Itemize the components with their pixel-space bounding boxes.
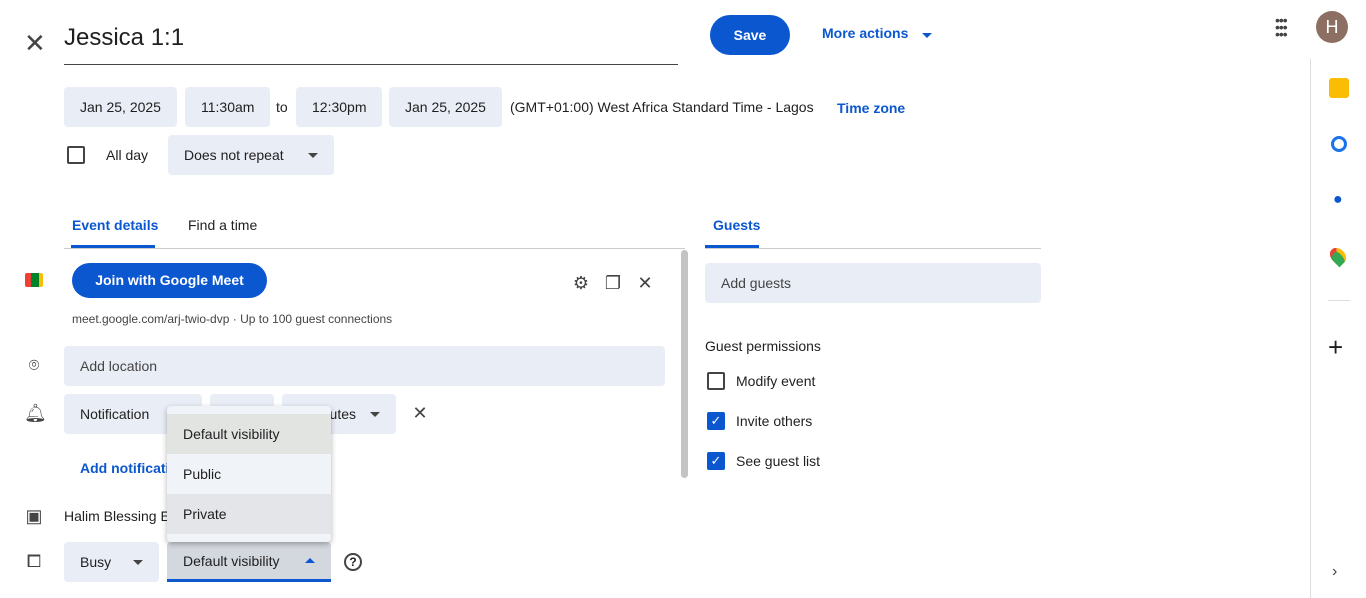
- busy-value: Busy: [80, 554, 112, 570]
- timezone-label: (GMT+01:00) West Africa Standard Time - …: [510, 99, 814, 115]
- menu-item-public[interactable]: Public: [167, 454, 331, 494]
- more-actions-label: More actions: [822, 25, 909, 41]
- dropdown-icon: [922, 33, 933, 38]
- menu-item-default[interactable]: Default visibility: [167, 414, 331, 454]
- all-day-label: All day: [106, 147, 149, 163]
- tab-guests[interactable]: Guests: [713, 217, 760, 233]
- repeat-select[interactable]: Does not repeat: [168, 135, 334, 175]
- dropdown-icon: [133, 559, 143, 565]
- title-input[interactable]: Jessica 1:1: [64, 24, 678, 65]
- calendar-owner: Halim Blessing E: [64, 508, 170, 524]
- avatar[interactable]: H: [1316, 11, 1348, 43]
- tasks-icon[interactable]: [1331, 136, 1347, 152]
- invite-others-checkbox[interactable]: ✓: [707, 412, 725, 430]
- visibility-select[interactable]: Default visibility: [167, 542, 331, 582]
- busy-select[interactable]: Busy: [64, 542, 159, 582]
- save-button[interactable]: Save: [710, 15, 790, 55]
- scrollbar[interactable]: [681, 250, 688, 478]
- start-time[interactable]: 11:30am: [185, 87, 271, 127]
- to-label: to: [276, 99, 288, 115]
- meet-link[interactable]: meet.google.com/arj-twio-dvp · Up to 100…: [72, 312, 392, 326]
- dropdown-icon: [370, 411, 380, 417]
- modify-event-checkbox[interactable]: [707, 372, 725, 390]
- repeat-value: Does not repeat: [184, 147, 284, 163]
- divider: [64, 248, 685, 249]
- visibility-value: Default visibility: [183, 552, 280, 569]
- dropdown-icon: [308, 152, 318, 158]
- apps-grid-icon[interactable]: ••• ••• •••: [1275, 13, 1288, 41]
- timezone-link[interactable]: Time zone: [837, 100, 905, 116]
- gear-icon[interactable]: ⚙: [571, 273, 591, 293]
- visibility-menu: Default visibility Public Private: [167, 406, 331, 542]
- side-panel-divider: [1310, 59, 1311, 598]
- location-pin-icon: ⌾: [28, 355, 40, 375]
- more-actions-button[interactable]: More actions: [822, 25, 933, 41]
- all-day-checkbox[interactable]: [67, 146, 85, 164]
- location-input[interactable]: Add location: [64, 346, 665, 386]
- bell-icon: 🔔︎: [24, 403, 47, 423]
- maps-icon[interactable]: [1326, 244, 1350, 268]
- remove-notification-icon[interactable]: ✕: [410, 403, 430, 423]
- briefcase-icon: ⧠: [26, 551, 42, 571]
- tab-event-details[interactable]: Event details: [72, 217, 158, 233]
- invite-others-label: Invite others: [736, 413, 813, 429]
- google-meet-icon: [25, 273, 43, 287]
- dropdown-up-icon: [305, 558, 315, 563]
- add-addon-icon[interactable]: +: [1328, 332, 1343, 363]
- end-date[interactable]: Jan 25, 2025: [389, 87, 502, 127]
- see-guest-list-checkbox[interactable]: ✓: [707, 452, 725, 470]
- divider: [705, 248, 1041, 249]
- contacts-icon[interactable]: ●: [1333, 192, 1345, 208]
- guest-permissions-title: Guest permissions: [705, 338, 821, 354]
- add-guests-input[interactable]: Add guests: [705, 263, 1041, 303]
- copy-icon[interactable]: ❐: [603, 273, 623, 293]
- notification-unit-value: utes: [329, 406, 356, 422]
- keep-icon[interactable]: [1329, 78, 1349, 98]
- divider: [1328, 300, 1350, 301]
- join-meet-button[interactable]: Join with Google Meet: [72, 263, 267, 298]
- end-time[interactable]: 12:30pm: [296, 87, 383, 127]
- see-guest-list-label: See guest list: [736, 453, 821, 469]
- modify-event-label: Modify event: [736, 373, 816, 389]
- close-icon[interactable]: ✕: [24, 28, 46, 59]
- calendar-icon: ▣: [25, 506, 43, 526]
- expand-panel-icon[interactable]: ›: [1332, 563, 1337, 581]
- tab-find-time[interactable]: Find a time: [188, 217, 257, 233]
- close-icon[interactable]: ✕: [635, 273, 655, 293]
- help-icon[interactable]: ?: [344, 553, 362, 571]
- start-date[interactable]: Jan 25, 2025: [64, 87, 177, 127]
- menu-item-private[interactable]: Private: [167, 494, 331, 534]
- add-notification-link[interactable]: Add notificati: [80, 460, 169, 476]
